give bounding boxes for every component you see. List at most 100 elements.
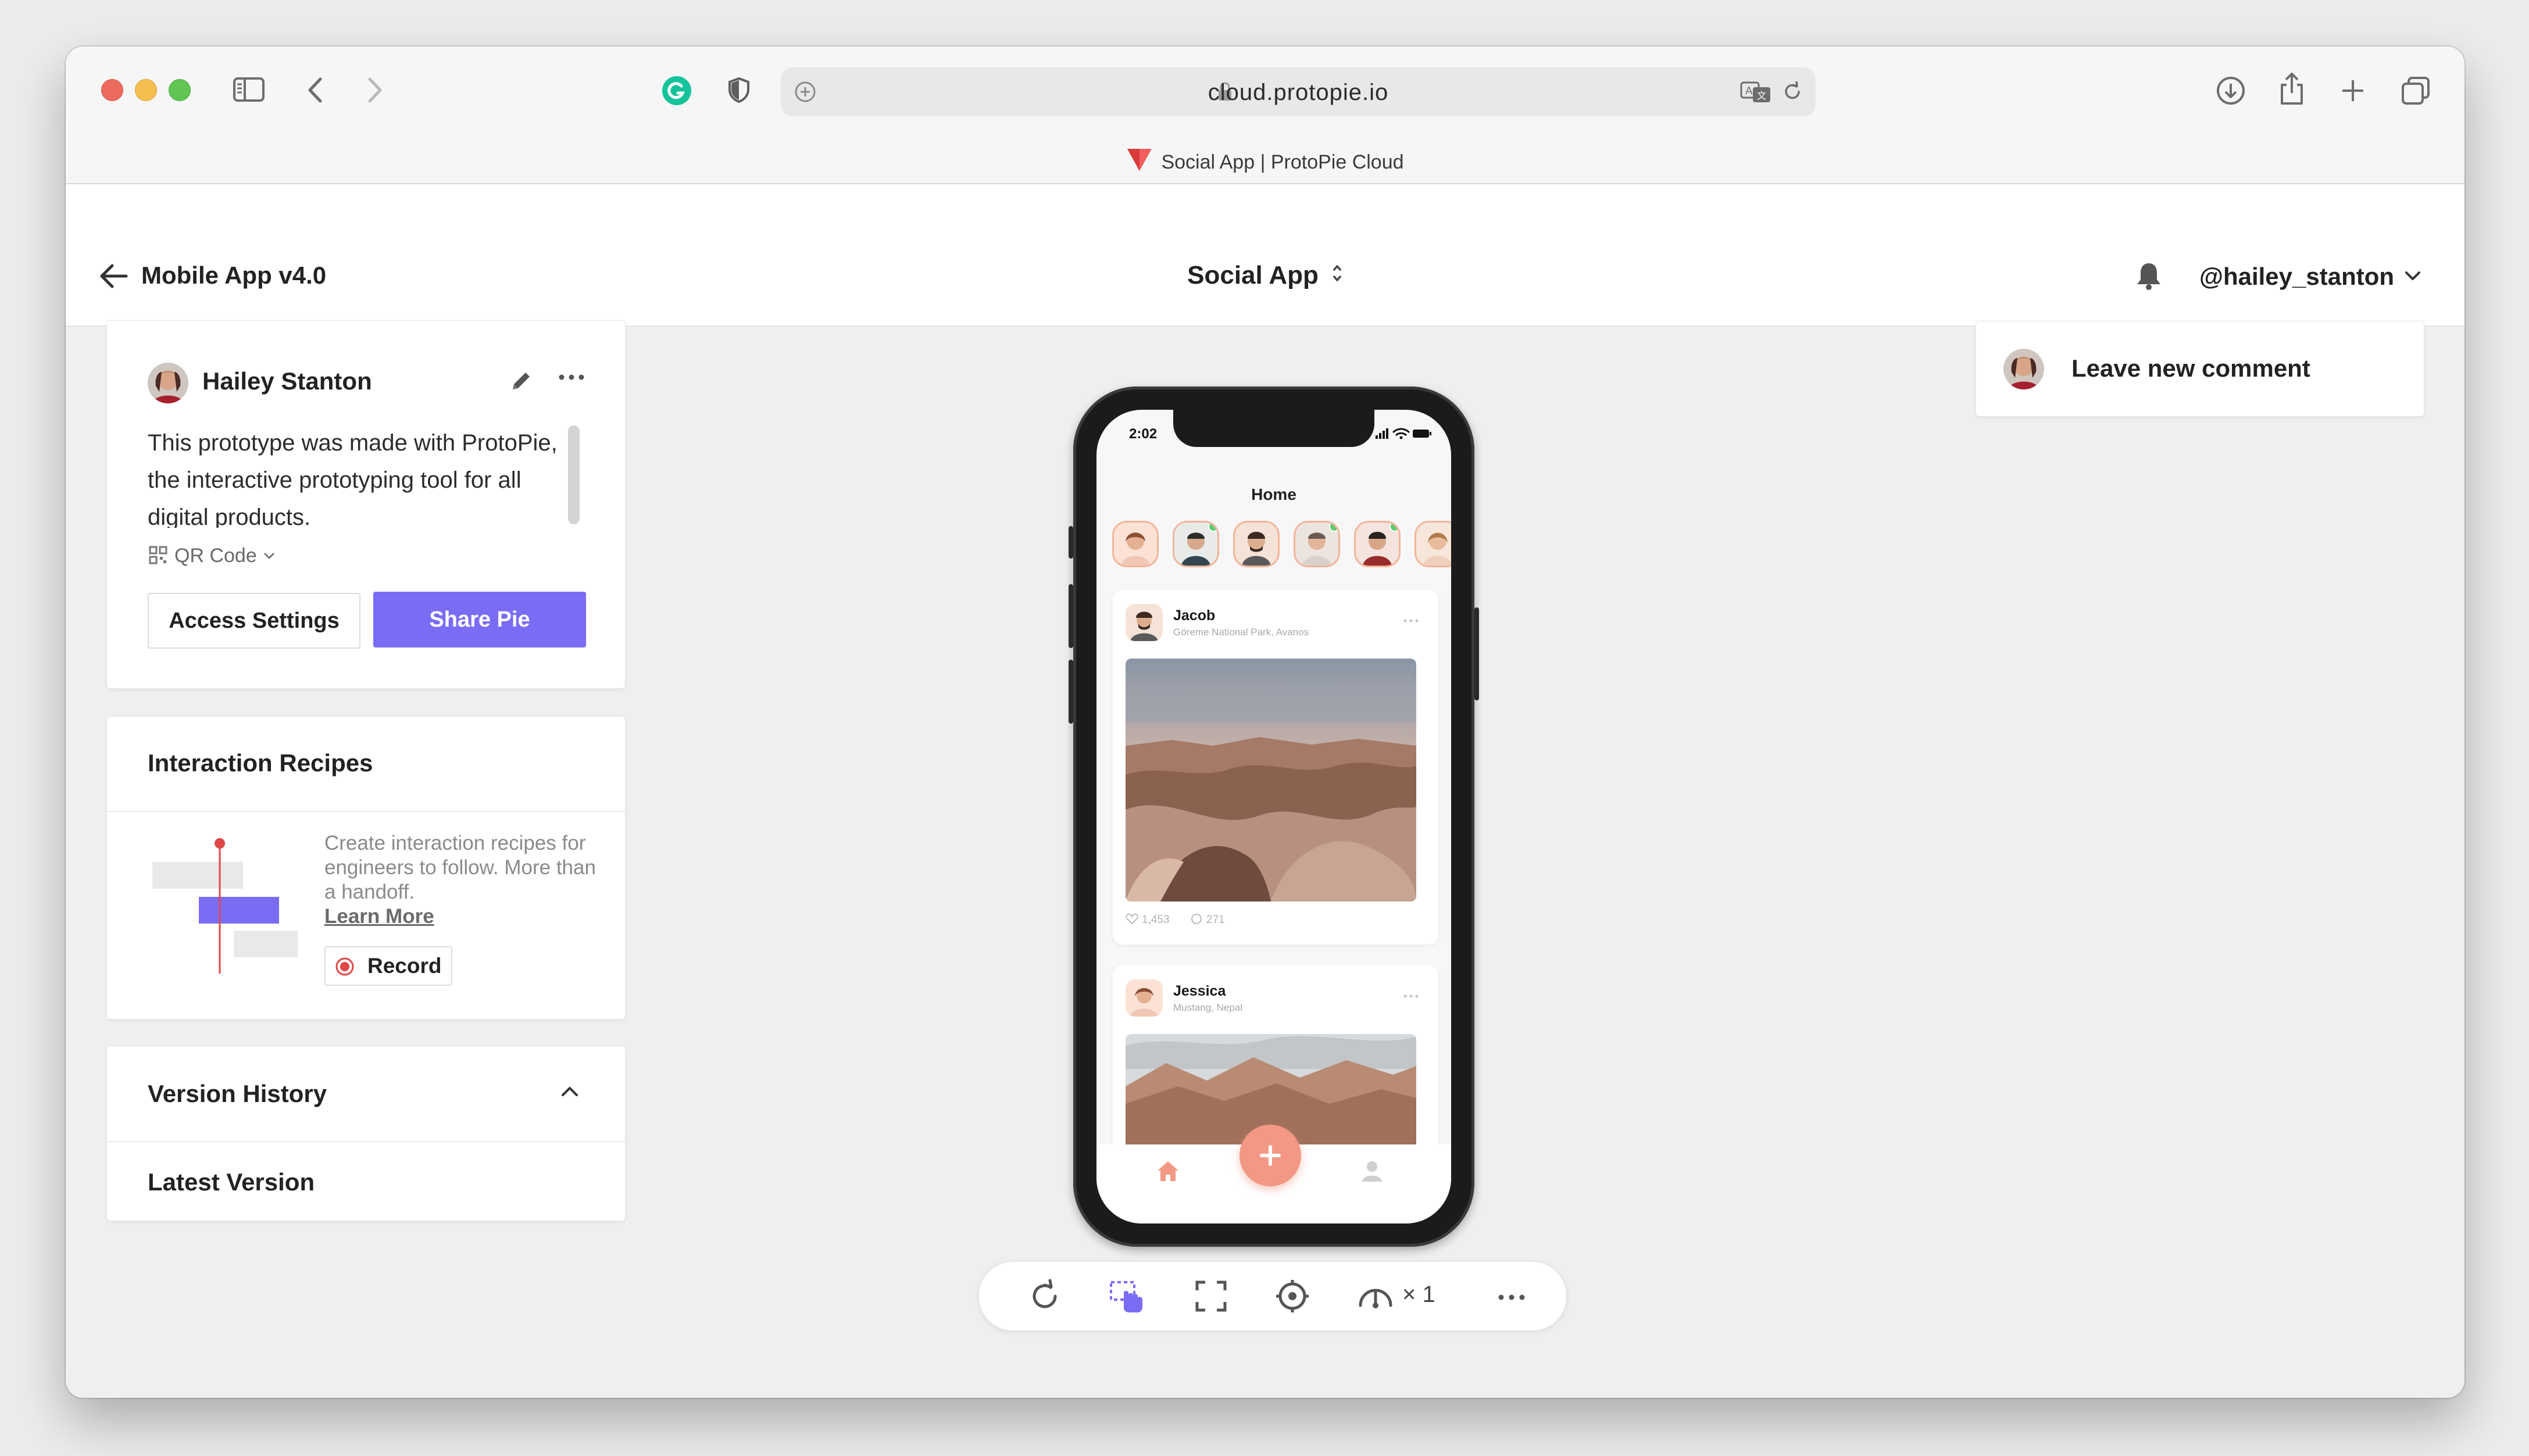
back-icon[interactable] bbox=[306, 77, 324, 103]
sidebar-toggle-icon[interactable] bbox=[233, 77, 265, 102]
post-author-name[interactable]: Jessica bbox=[1173, 983, 1226, 1000]
online-indicator bbox=[1329, 523, 1338, 532]
plus-icon bbox=[1260, 1145, 1281, 1166]
grammarly-extension-icon[interactable] bbox=[662, 76, 692, 106]
app-header: Mobile App v4.0 Social App @hailey_stant… bbox=[66, 184, 2464, 327]
browser-toolbar: cloud.protopie.io A文 Social App | ProtoP… bbox=[66, 46, 2464, 184]
divider bbox=[107, 1141, 625, 1142]
story-avatar[interactable] bbox=[1235, 523, 1278, 566]
record-button[interactable]: Record bbox=[324, 946, 452, 986]
zoom-window-button[interactable] bbox=[169, 79, 191, 101]
svg-text:文: 文 bbox=[1757, 90, 1766, 101]
share-icon[interactable] bbox=[2278, 72, 2305, 106]
device-frame-icon[interactable] bbox=[1275, 1279, 1310, 1314]
qr-code-toggle[interactable]: QR Code bbox=[149, 545, 276, 567]
post-author-name[interactable]: Jacob bbox=[1173, 607, 1215, 624]
heart-icon bbox=[1126, 913, 1138, 925]
description-scrollbar[interactable] bbox=[568, 425, 580, 524]
user-avatar bbox=[2003, 349, 2044, 389]
leave-comment-label: Leave new comment bbox=[2071, 355, 2310, 382]
stories-row bbox=[1114, 523, 1451, 569]
fullscreen-icon[interactable] bbox=[1194, 1279, 1228, 1314]
interaction-recipes-panel: Interaction Recipes Create interaction r… bbox=[106, 716, 626, 1019]
leave-comment-card[interactable]: Leave new comment bbox=[1976, 321, 2424, 417]
post-likes-count: 1,453 bbox=[1142, 914, 1170, 926]
qr-code-label: QR Code bbox=[174, 545, 257, 567]
pie-selector[interactable]: Social App bbox=[66, 261, 2464, 290]
sort-chevron-icon bbox=[1331, 262, 1343, 285]
more-options-icon[interactable] bbox=[558, 373, 585, 381]
more-options-icon[interactable] bbox=[1498, 1294, 1525, 1300]
phone-preview[interactable]: 2:02 Home Jacob Göreme National Park, Av… bbox=[1069, 387, 1479, 1247]
post-likes[interactable]: 1,453 bbox=[1126, 913, 1170, 926]
version-history-panel: Version History Latest Version bbox=[106, 1046, 626, 1221]
divider bbox=[107, 811, 625, 812]
pie-description: This prototype was made with ProtoPie, t… bbox=[148, 430, 558, 528]
notifications-bell-icon[interactable] bbox=[2132, 260, 2165, 292]
author-avatar bbox=[148, 363, 188, 403]
tab-overview-icon[interactable] bbox=[2401, 76, 2431, 106]
add-post-button[interactable] bbox=[1240, 1125, 1301, 1186]
forward-icon[interactable] bbox=[366, 77, 384, 103]
chevron-down-icon bbox=[2405, 271, 2421, 281]
preview-toolbar: × 1 bbox=[978, 1261, 1567, 1331]
speed-gauge-icon[interactable] bbox=[1357, 1279, 1394, 1314]
post-author-avatar[interactable] bbox=[1126, 979, 1163, 1017]
close-window-button[interactable] bbox=[101, 79, 123, 101]
username: @hailey_stanton bbox=[2199, 263, 2395, 290]
access-settings-button[interactable]: Access Settings bbox=[148, 593, 360, 649]
chevron-up-icon[interactable] bbox=[560, 1086, 579, 1097]
panel-title[interactable]: Version History bbox=[148, 1080, 327, 1108]
recipes-text: Create interaction recipes for engineers… bbox=[324, 832, 596, 903]
user-menu[interactable]: @hailey_stanton bbox=[2199, 263, 2421, 291]
phone-screen-title: Home bbox=[1251, 485, 1296, 503]
share-pie-button[interactable]: Share Pie bbox=[373, 592, 586, 647]
story-avatar[interactable] bbox=[1114, 523, 1157, 566]
learn-more-link[interactable]: Learn More bbox=[324, 905, 434, 928]
story-avatar[interactable] bbox=[1174, 523, 1217, 566]
phone-time: 2:02 bbox=[1129, 426, 1158, 442]
hotspot-hint-icon[interactable] bbox=[1109, 1279, 1145, 1314]
browser-window: cloud.protopie.io A文 Social App | ProtoP… bbox=[66, 46, 2464, 1398]
tab-title-text: Social App | ProtoPie Cloud bbox=[1161, 151, 1404, 173]
protopie-logo-icon bbox=[1126, 146, 1153, 172]
post-location: Mustang, Nepal bbox=[1173, 1002, 1243, 1013]
post-more-icon[interactable] bbox=[1403, 619, 1419, 623]
phone-screen[interactable]: 2:02 Home Jacob Göreme National Park, Av… bbox=[1096, 410, 1451, 1224]
home-icon[interactable] bbox=[1156, 1160, 1180, 1183]
latest-version-item[interactable]: Latest Version bbox=[148, 1168, 315, 1196]
post-comments[interactable]: 271 bbox=[1190, 913, 1225, 926]
pie-info-panel: Hailey Stanton This prototype was made w… bbox=[106, 320, 626, 689]
record-icon bbox=[335, 957, 355, 976]
tab-title[interactable]: Social App | ProtoPie Cloud bbox=[66, 146, 2464, 174]
reload-icon[interactable] bbox=[1782, 81, 1803, 102]
privacy-shield-icon[interactable] bbox=[727, 77, 751, 103]
post-location: Göreme National Park, Avanos bbox=[1173, 627, 1309, 638]
new-tab-icon[interactable] bbox=[2340, 78, 2366, 103]
minimize-window-button[interactable] bbox=[135, 79, 157, 101]
record-label: Record bbox=[367, 954, 442, 978]
online-indicator bbox=[1208, 523, 1217, 532]
phone-notch bbox=[1173, 410, 1374, 447]
comment-bubble-icon bbox=[1191, 914, 1202, 924]
qr-code-icon bbox=[149, 546, 167, 564]
post-more-icon[interactable] bbox=[1403, 994, 1419, 998]
url-text: cloud.protopie.io bbox=[1208, 80, 1389, 105]
feed-post[interactable]: Jacob Göreme National Park, Avanos 1,453… bbox=[1113, 590, 1438, 945]
edit-pencil-icon[interactable] bbox=[509, 369, 534, 393]
download-icon[interactable] bbox=[2216, 76, 2246, 106]
restart-icon[interactable] bbox=[1027, 1279, 1062, 1314]
post-author-avatar[interactable] bbox=[1126, 604, 1163, 641]
speed-multiplier[interactable]: × 1 bbox=[1402, 1282, 1435, 1308]
story-avatar[interactable] bbox=[1356, 523, 1399, 566]
translate-icon[interactable]: A文 bbox=[1740, 80, 1773, 103]
post-photo-landscape[interactable] bbox=[1126, 659, 1416, 901]
story-avatar[interactable] bbox=[1416, 523, 1451, 566]
svg-text:A: A bbox=[1745, 85, 1753, 97]
story-avatar[interactable] bbox=[1295, 523, 1338, 566]
post-comments-count: 271 bbox=[1206, 914, 1225, 926]
status-icons bbox=[1374, 427, 1433, 440]
address-bar[interactable]: cloud.protopie.io A文 bbox=[781, 67, 1816, 116]
chevron-down-icon bbox=[263, 552, 276, 560]
profile-icon[interactable] bbox=[1360, 1160, 1384, 1183]
